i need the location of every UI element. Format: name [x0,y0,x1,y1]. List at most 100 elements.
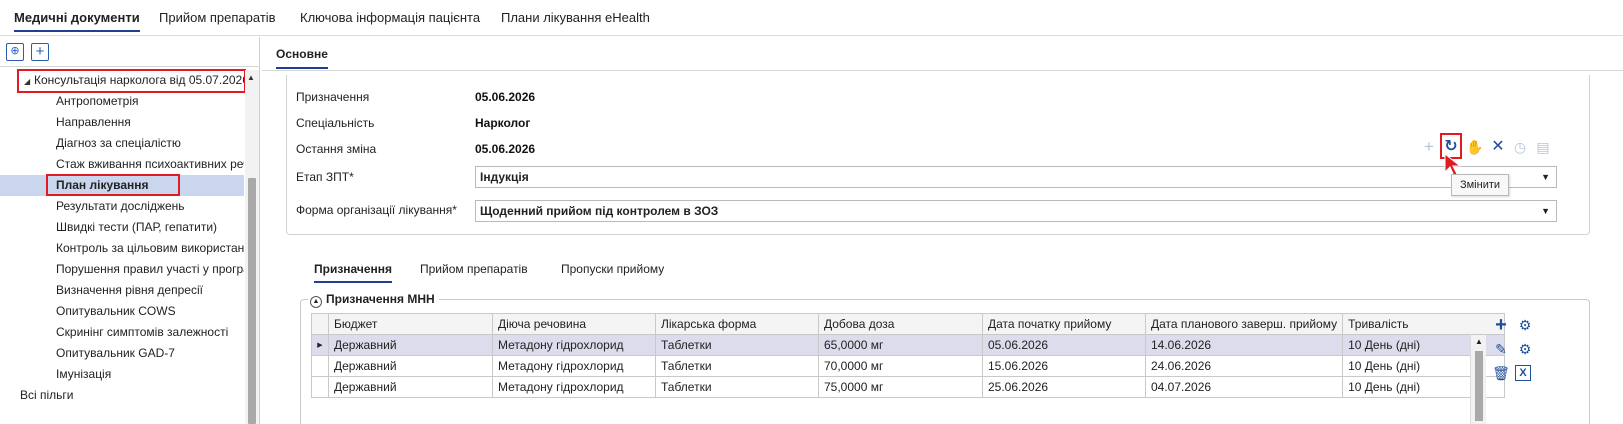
table-cell[interactable]: 75,0000 мг [818,376,983,398]
divider [262,70,1623,71]
table-cell[interactable]: Метадону гідрохлорид [492,334,656,356]
table-cell[interactable]: Метадону гідрохлорид [492,355,656,377]
stage-select[interactable]: Індукція ▼ [475,166,1557,188]
table-cell[interactable]: 14.06.2026 [1144,334,1344,356]
trash-icon[interactable]: 🗑 [1491,363,1511,383]
table-cell[interactable]: 25.06.2026 [982,376,1146,398]
table-cell[interactable]: 65,0000 мг [818,334,983,356]
specialty-value: Нарколог [475,116,531,130]
scroll-up-arrow-icon[interactable]: ▲ [1475,337,1483,346]
tab-drug-intake[interactable]: Прийом препаратів [159,10,276,25]
last-change-value: 05.06.2026 [475,142,536,156]
table-cell[interactable]: Таблетки [655,334,819,356]
document-tree: ◢ Консультація нарколога від 05.07.2026 А… [0,70,244,424]
table-cell[interactable]: 05.06.2026 [982,334,1146,356]
tree-item[interactable]: Опитувальник GAD-7 [0,343,244,364]
assignment-table: Бюджет Діюча речовина Лікарська форма До… [311,313,1506,398]
table-scrollbar[interactable]: ▲ [1470,335,1486,424]
tree-item[interactable]: Направлення [0,112,244,133]
tab-main[interactable]: Основне [276,47,328,69]
tree-item[interactable]: Антропометрія [0,91,244,112]
clock-icon[interactable]: ◷ [1510,137,1530,157]
settings-icon[interactable]: ⚙ [1515,315,1535,335]
column-header[interactable]: Бюджет [328,313,493,335]
table-cell[interactable]: Таблетки [655,355,819,377]
last-change-label: Остання зміна [296,142,377,156]
main-panel: Основне Призначення 05.06.2026 Спеціальн… [262,37,1623,424]
table-cell[interactable]: Державний [328,355,493,377]
column-header[interactable]: Тривалість [1342,313,1506,335]
table-row[interactable]: Державний Метадону гідрохлорид Таблетки … [311,355,1506,377]
column-header[interactable]: Лікарська форма [655,313,819,335]
tree-item[interactable]: Результати досліджень [0,196,244,217]
stage-value: Індукція [480,170,529,184]
settings-icon[interactable]: ⚙ [1515,339,1535,359]
group-title: ▲ Призначення МНН [308,292,439,308]
assignment-label: Призначення [296,90,370,104]
subtab-missed-intake[interactable]: Пропуски прийому [561,262,664,276]
assignment-value: 05.06.2026 [475,90,536,104]
table-cell[interactable]: Державний [328,376,493,398]
add-plus-icon[interactable]: + [31,43,49,61]
scroll-up-arrow-icon[interactable]: ▲ [247,73,255,82]
scrollbar-thumb[interactable] [248,178,256,424]
tree-item-all-benefits[interactable]: Всі пільги [0,385,244,406]
chevron-down-icon[interactable]: ▼ [1541,167,1550,187]
tree-item[interactable]: Визначення рівня депресії [0,280,244,301]
add-icon[interactable]: + [1419,137,1439,157]
tooltip: Змінити [1451,174,1509,196]
tree-root-consultation[interactable]: ◢ Консультація нарколога від 05.07.2026 [0,70,244,91]
tree-item[interactable]: Швидкі тести (ПАР, гепатити) [0,217,244,238]
hand-icon[interactable]: ✋ [1465,137,1485,157]
tab-key-patient-info[interactable]: Ключова інформація пацієнта [300,10,480,25]
tree-item[interactable]: Контроль за цільовим використанням [0,238,244,259]
chevron-down-icon[interactable]: ▼ [1541,201,1550,221]
edit-icon[interactable]: ✎ [1491,339,1511,359]
form-select[interactable]: Щоденний прийом під контролем в ЗОЗ ▼ [475,200,1557,222]
tree-item[interactable]: Опитувальник COWS [0,301,244,322]
column-header[interactable]: Добова доза [818,313,983,335]
table-cell[interactable]: 24.06.2026 [1144,355,1344,377]
tree-item[interactable]: Порушення правил участі у програмі [0,259,244,280]
tab-ehealth-plans[interactable]: Плани лікування eHealth [501,10,650,25]
tree-toolbar: ⊕ + [0,37,260,67]
table-header-row: Бюджет Діюча речовина Лікарська форма До… [311,313,1506,335]
row-indicator-header [311,313,329,335]
tree-scrollbar[interactable]: ▲ [245,70,259,424]
table-cell[interactable]: 15.06.2026 [982,355,1146,377]
column-header[interactable]: Дата планового заверш. прийому [1144,313,1344,335]
row-pointer-icon: ▶ [311,334,329,356]
table-row[interactable]: ▶ Державний Метадону гідрохлорид Таблетк… [311,334,1506,356]
excel-icon[interactable]: X [1515,365,1531,381]
table-cell[interactable]: 70,0000 мг [818,355,983,377]
scrollbar-thumb[interactable] [1475,351,1483,421]
table-cell[interactable]: 04.07.2026 [1144,376,1344,398]
column-header[interactable]: Діюча речовина [492,313,656,335]
document-tree-panel: ⊕ + ◢ Консультація нарколога від 05.07.20… [0,37,260,424]
column-header[interactable]: Дата початку прийому [982,313,1146,335]
tree-item[interactable]: Імунізація [0,364,244,385]
form-value: Щоденний прийом під контролем в ЗОЗ [480,204,719,218]
subtab-assignment[interactable]: Призначення [314,262,393,283]
stage-label: Етап ЗПТ* [296,170,354,184]
tree-root-label: Консультація нарколога від 05.07.2026 [34,73,244,87]
details-card: Призначення 05.06.2026 Спеціальність Нар… [286,75,1590,235]
delete-icon[interactable]: ✕ [1488,137,1508,157]
expand-arrow-icon[interactable]: ◢ [24,71,34,91]
tree-item[interactable]: Діагноз за спеціалістю [0,133,244,154]
tree-item[interactable]: Стаж вживання психоактивних речовин [0,154,244,175]
tree-item-selected[interactable]: План лікування [0,175,244,196]
table-cell[interactable]: Таблетки [655,376,819,398]
form-label: Форма організації лікування* [296,203,457,217]
document-icon[interactable]: ▤ [1533,137,1553,157]
tab-medical-documents[interactable]: Медичні документи [14,10,140,32]
table-cell[interactable]: Метадону гідрохлорид [492,376,656,398]
specialty-label: Спеціальність [296,116,375,130]
new-document-icon[interactable]: ⊕ [6,43,24,61]
table-row[interactable]: Державний Метадону гідрохлорид Таблетки … [311,376,1506,398]
tree-item[interactable]: Скринінг симптомів залежності [0,322,244,343]
collapse-icon[interactable]: ▲ [310,296,322,308]
subtab-drug-intake[interactable]: Прийом препаратів [420,262,528,276]
table-cell[interactable]: Державний [328,334,493,356]
add-row-icon[interactable]: + [1491,315,1511,335]
